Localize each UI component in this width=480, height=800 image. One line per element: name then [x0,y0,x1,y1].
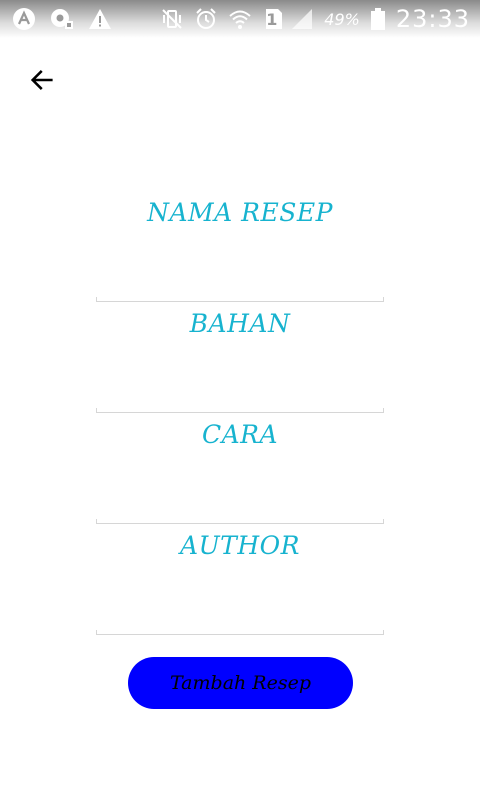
status-bar-left [12,5,112,33]
input-underline-tick [96,297,97,302]
clock: 23:33 [395,5,470,33]
vibrate-icon [160,7,184,31]
field-nama-resep: NAMA RESEP [96,192,384,302]
input-underline-tick [383,408,384,413]
field-bahan: BAHAN [96,303,384,413]
field-label-cara: CARA [201,420,279,449]
input-underline-tick [96,408,97,413]
field-author: AUTHOR [96,525,384,635]
tambah-resep-button[interactable]: Tambah Resep [128,657,353,709]
field-label-author: AUTHOR [180,531,300,560]
battery-icon [370,7,386,31]
input-underline-tick [383,630,384,635]
battery-percent: 49% [324,9,360,29]
bahan-input[interactable] [96,376,384,413]
warning-icon [88,7,112,31]
status-bar-right: 1 49% 23:33 [160,5,470,33]
cast-icon [50,7,74,31]
back-button[interactable] [22,62,62,98]
alarm-icon [194,7,218,31]
app-a-icon [12,7,36,31]
status-bar: 1 49% 23:33 [0,0,480,38]
cara-input[interactable] [96,487,384,524]
input-underline-tick [96,630,97,635]
arrow-left-icon [28,66,56,94]
field-cara: CARA [96,414,384,524]
nama-resep-input[interactable] [96,265,384,302]
signal-icon [290,7,314,31]
input-underline-tick [383,297,384,302]
field-label-bahan: BAHAN [189,309,291,338]
input-underline-tick [383,519,384,524]
wifi-icon [228,7,252,31]
input-underline-tick [96,519,97,524]
sim-slot: 1 [266,9,278,29]
field-label-nama-resep: NAMA RESEP [147,198,333,227]
author-input[interactable] [96,598,384,635]
